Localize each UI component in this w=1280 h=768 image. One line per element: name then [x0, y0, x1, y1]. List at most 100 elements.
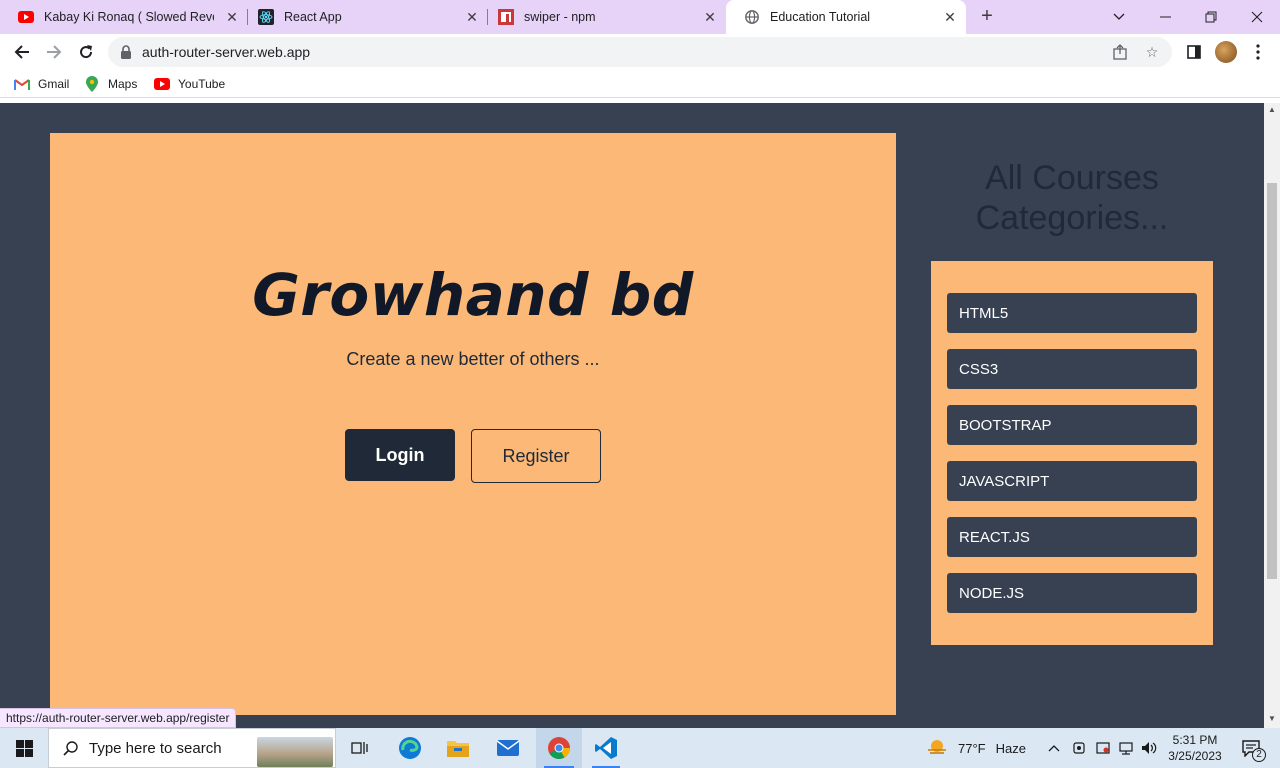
close-icon[interactable]: ✕: [942, 9, 958, 25]
clock-time: 5:31 PM: [1172, 733, 1218, 747]
meet-icon: [1073, 742, 1085, 754]
bookmark-star-icon[interactable]: ☆: [1144, 44, 1160, 60]
reload-icon: [80, 45, 93, 59]
menu-button[interactable]: [1248, 42, 1268, 62]
reload-button[interactable]: [74, 40, 98, 64]
start-button[interactable]: [0, 728, 48, 768]
new-tab-button[interactable]: +: [976, 6, 998, 28]
arrow-left-icon: [14, 45, 29, 59]
hero-title: Growhand bd: [252, 261, 694, 329]
categories-heading: All Courses Categories...: [930, 158, 1214, 238]
scrollbar-thumb[interactable]: [1267, 183, 1277, 579]
avatar[interactable]: [1215, 41, 1237, 63]
close-icon: [1251, 11, 1263, 23]
tab-title: React App: [284, 10, 342, 24]
haze-icon: [928, 740, 946, 754]
network-button[interactable]: [1118, 728, 1136, 768]
restore-icon: [1205, 11, 1217, 23]
category-nodejs[interactable]: NODE.JS: [947, 573, 1197, 613]
page-scrollbar[interactable]: ▲ ▼: [1264, 103, 1280, 728]
weather-widget[interactable]: 77°F Haze: [926, 728, 1026, 768]
category-reactjs[interactable]: REACT.JS: [947, 517, 1197, 557]
npm-icon: [498, 9, 514, 25]
task-view-icon: [351, 742, 368, 754]
close-icon[interactable]: ✕: [702, 9, 718, 25]
close-window-button[interactable]: [1234, 0, 1280, 34]
tray-security-button[interactable]: [1094, 728, 1112, 768]
tab-swiper-npm[interactable]: swiper - npm ✕: [480, 0, 726, 34]
chrome-button[interactable]: [536, 728, 582, 768]
weather-desc: Haze: [995, 740, 1026, 756]
minimize-button[interactable]: [1142, 0, 1188, 34]
notification-count: 2: [1252, 748, 1266, 762]
folder-icon: [447, 741, 469, 757]
tab-title: Kabay Ki Ronaq ( Slowed Reverb: [44, 10, 214, 24]
bookmark-label: Gmail: [38, 77, 70, 91]
restore-button[interactable]: [1188, 0, 1234, 34]
close-icon[interactable]: ✕: [224, 9, 240, 25]
edge-button[interactable]: [390, 728, 430, 768]
clock[interactable]: 5:31 PM 3/25/2023: [1160, 732, 1230, 764]
categories-heading-line2: Categories...: [975, 199, 1169, 237]
tab-title: swiper - npm: [524, 10, 596, 24]
category-javascript[interactable]: JAVASCRIPT: [947, 461, 1197, 501]
tab-react-app[interactable]: React App ✕: [240, 0, 488, 34]
react-icon: [258, 9, 274, 25]
windows-logo-icon: [15, 739, 33, 757]
side-panel-icon: [1187, 45, 1201, 59]
page-viewport: Growhand bd Create a new better of other…: [0, 103, 1264, 728]
register-button[interactable]: Register: [471, 429, 601, 483]
chrome-icon: [548, 737, 570, 759]
category-bootstrap[interactable]: BOOTSTRAP: [947, 405, 1197, 445]
bookmark-gmail[interactable]: Gmail: [14, 76, 69, 92]
show-hidden-icons-button[interactable]: [1046, 728, 1062, 768]
weather-temp: 77°F: [958, 740, 986, 756]
search-placeholder: Type here to search: [89, 739, 222, 757]
scroll-down-icon[interactable]: ▼: [1268, 715, 1276, 723]
mail-button[interactable]: [488, 728, 528, 768]
tray-app-button[interactable]: [1070, 728, 1088, 768]
file-explorer-button[interactable]: [438, 728, 478, 768]
forward-button[interactable]: [42, 40, 66, 64]
bookmarks-bar: Gmail Maps YouTube: [0, 70, 1280, 98]
bookmark-maps[interactable]: Maps: [84, 76, 137, 92]
arrow-right-icon: [47, 45, 62, 59]
taskbar-search[interactable]: Type here to search: [48, 728, 336, 768]
category-html5[interactable]: HTML5: [947, 293, 1197, 333]
back-button[interactable]: [10, 40, 34, 64]
security-icon: [1096, 742, 1110, 754]
edge-icon: [399, 737, 421, 759]
browser-toolbar: auth-router-server.web.app ☆: [0, 34, 1280, 70]
notification-button[interactable]: 2: [1236, 728, 1266, 768]
bookmark-label: YouTube: [178, 77, 226, 91]
bookmark-youtube[interactable]: YouTube: [154, 76, 225, 92]
login-button[interactable]: Login: [345, 429, 455, 481]
youtube-icon: [154, 76, 170, 92]
tab-strip: Kabay Ki Ronaq ( Slowed Reverb ✕ React A…: [0, 0, 1280, 34]
clock-date: 3/25/2023: [1168, 749, 1222, 763]
status-url-bubble: https://auth-router-server.web.app/regis…: [0, 708, 237, 728]
more-vert-icon: [1256, 44, 1260, 60]
volume-button[interactable]: [1140, 728, 1158, 768]
scroll-up-icon[interactable]: ▲: [1268, 106, 1276, 114]
close-icon[interactable]: ✕: [464, 9, 480, 25]
address-bar[interactable]: auth-router-server.web.app ☆: [108, 37, 1172, 67]
gmail-icon: [14, 76, 30, 92]
hero-section: Growhand bd Create a new better of other…: [50, 133, 896, 715]
share-icon[interactable]: [1112, 44, 1128, 60]
task-view-button[interactable]: [340, 728, 380, 768]
lock-icon[interactable]: [120, 45, 134, 59]
network-icon: [1119, 742, 1133, 755]
tab-search-button[interactable]: [1096, 0, 1142, 34]
tab-youtube[interactable]: Kabay Ki Ronaq ( Slowed Reverb ✕: [0, 0, 248, 34]
youtube-icon: [18, 9, 34, 25]
globe-icon: [744, 9, 760, 25]
tab-education-tutorial[interactable]: Education Tutorial ✕: [726, 0, 966, 34]
windows-taskbar: Type here to search 77°F Haze 5:31 PM 3/…: [0, 728, 1280, 768]
vscode-button[interactable]: [586, 728, 626, 768]
volume-icon: [1142, 742, 1157, 754]
mail-icon: [496, 740, 520, 756]
side-panel-button[interactable]: [1184, 42, 1204, 62]
tab-title: Education Tutorial: [770, 10, 871, 24]
category-css3[interactable]: CSS3: [947, 349, 1197, 389]
